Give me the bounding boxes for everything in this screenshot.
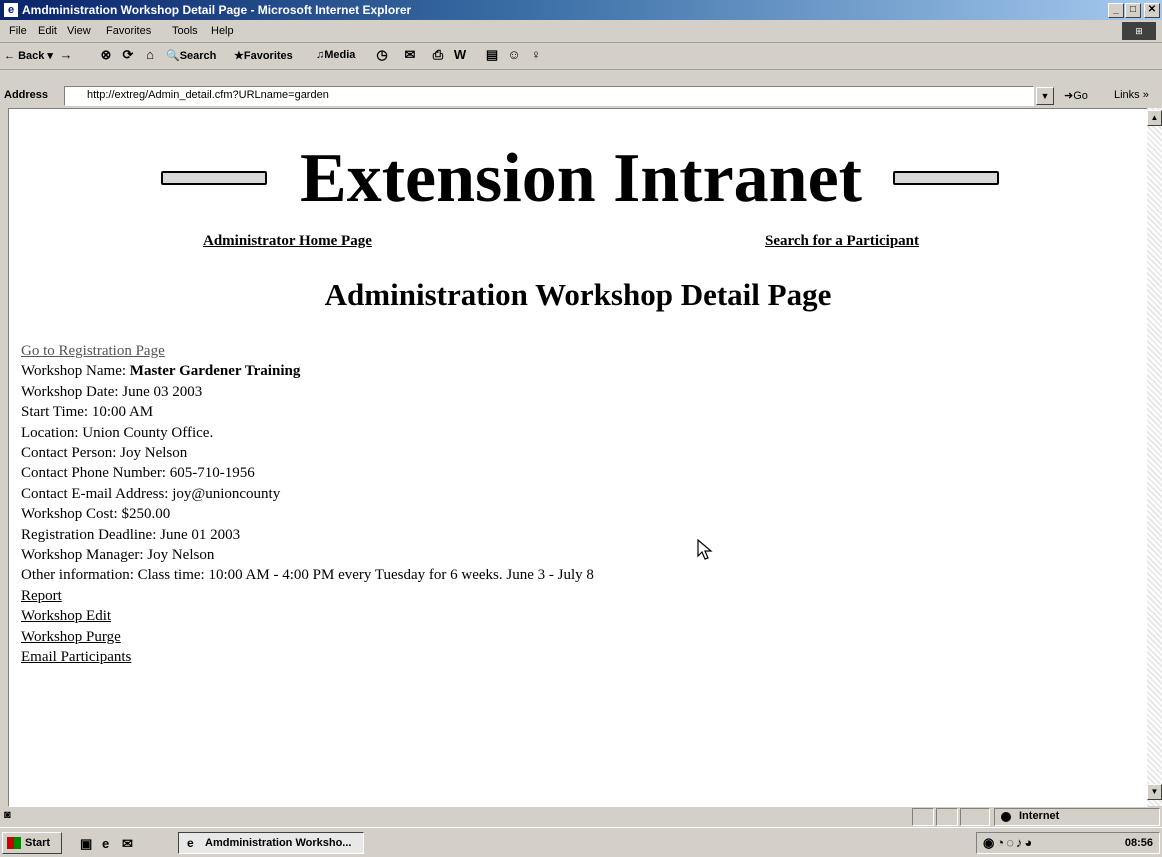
tray-icons[interactable]: ◉◔◌♪◕ <box>983 833 1034 853</box>
search-button[interactable]: 🔍Search <box>166 49 216 62</box>
media-label: Media <box>324 49 356 61</box>
minimize-button[interactable]: _ <box>1108 3 1124 18</box>
media-button[interactable]: ♫Media <box>316 49 355 61</box>
status-cell <box>912 808 934 826</box>
workshop-date: Workshop Date: June 03 2003 <box>21 383 203 400</box>
address-bar: Address http://extreg/Admin_detail.cfm?U… <box>0 84 1162 108</box>
registration-link[interactable]: Go to Registration Page <box>21 343 165 359</box>
taskbar-ie-window[interactable]: e Amdministration Worksho... <box>178 832 364 854</box>
discuss-icon[interactable]: ▤ <box>484 47 500 63</box>
ie-app-icon: e <box>4 3 18 17</box>
stop-icon[interactable]: ⊗ <box>98 47 114 63</box>
standard-toolbar: ← Back ▾ → ⊗ ⟳ ⌂ 🔍Search ★Favorites ♫Med… <box>0 43 1162 70</box>
go-label: Go <box>1073 90 1088 102</box>
workshop-name-row: Workshop Name: Master Gardener Training <box>21 361 594 381</box>
start-button[interactable]: Start <box>2 832 62 854</box>
workshop-edit-link[interactable]: Workshop Edit <box>21 608 111 624</box>
banner-left-bar <box>161 171 267 185</box>
menu-bar: File Edit View Favorites Tools Help ⊞ <box>0 20 1162 43</box>
menu-edit[interactable]: Edit <box>38 25 57 37</box>
report-link[interactable]: Report <box>21 588 62 604</box>
registration-deadline: Registration Deadline: June 01 2003 <box>21 526 241 543</box>
workshop-purge-link[interactable]: Workshop Purge <box>21 629 121 645</box>
windows-logo-icon: ⊞ <box>1122 22 1156 40</box>
clock: 08:56 <box>1124 837 1153 849</box>
menu-favorites[interactable]: Favorites <box>106 25 151 37</box>
back-label: Back <box>18 50 45 62</box>
admin-home-link[interactable]: Administrator Home Page <box>203 233 372 250</box>
messenger-icon[interactable]: ☺ <box>506 47 522 63</box>
workshop-cost: Workshop Cost: $250.00 <box>21 506 171 523</box>
back-button[interactable]: ← Back ▾ <box>4 49 53 62</box>
ie-quicklaunch-icon[interactable]: e <box>102 836 109 851</box>
print-icon[interactable]: ⎙ <box>430 47 446 63</box>
address-url: http://extreg/Admin_detail.cfm?URLname=g… <box>87 89 329 101</box>
address-input[interactable]: http://extreg/Admin_detail.cfm?URLname=g… <box>64 86 1034 106</box>
favorites-label: Favorites <box>243 50 293 62</box>
contact-phone: Contact Phone Number: 605-710-1956 <box>21 465 255 482</box>
favorites-button[interactable]: ★Favorites <box>234 49 293 62</box>
maximize-button[interactable]: □ <box>1125 3 1141 18</box>
scroll-down-icon[interactable]: ▼ <box>1147 784 1162 800</box>
start-time: Start Time: 10:00 AM <box>21 404 154 421</box>
banner: Extension Intranet <box>161 140 1001 217</box>
mail-icon[interactable]: ✉ <box>402 47 418 63</box>
address-label: Address <box>4 89 49 101</box>
menu-help[interactable]: Help <box>211 25 234 37</box>
status-cell <box>936 808 958 826</box>
ie-task-icon: e <box>187 836 194 850</box>
go-button[interactable]: ➜Go <box>1064 89 1088 102</box>
workshop-name-label: Workshop Name: <box>21 363 130 380</box>
status-cell <box>960 808 990 826</box>
contact-email: Contact E-mail Address: joy@unioncounty <box>21 485 281 502</box>
history-icon[interactable]: ◷ <box>374 47 390 63</box>
internet-zone-icon <box>1001 812 1011 822</box>
page-content: Extension Intranet Administrator Home Pa… <box>8 108 1148 807</box>
banner-right-bar <box>893 171 999 185</box>
page-title: Administration Workshop Detail Page <box>324 277 832 312</box>
vertical-scrollbar[interactable]: ▲ ▼ <box>1147 108 1162 806</box>
zone-label: Internet <box>1019 810 1060 822</box>
status-bar: ◙ Internet <box>0 806 1162 826</box>
edit-icon[interactable]: W <box>452 47 468 63</box>
outlook-quicklaunch-icon[interactable]: ✉ <box>122 836 133 852</box>
search-participant-link[interactable]: Search for a Participant <box>765 233 919 250</box>
menu-file[interactable]: File <box>9 25 27 37</box>
contacts-icon[interactable]: ♀ <box>528 47 544 63</box>
close-button[interactable]: ✕ <box>1144 3 1160 18</box>
window-title: Amdministration Workshop Detail Page - M… <box>22 3 412 17</box>
other-information: Other information: Class time: 10:00 AM … <box>21 567 594 584</box>
security-zone: Internet <box>994 808 1160 826</box>
menu-view[interactable]: View <box>67 25 91 37</box>
forward-icon[interactable]: → <box>58 47 74 63</box>
contact-person: Contact Person: Joy Nelson <box>21 445 188 462</box>
refresh-icon[interactable]: ⟳ <box>120 47 136 63</box>
links-button[interactable]: Links » <box>1114 89 1149 101</box>
scroll-up-icon[interactable]: ▲ <box>1147 110 1162 126</box>
window-title-bar[interactable]: e Amdministration Workshop Detail Page -… <box>0 0 1162 20</box>
address-dropdown-icon[interactable]: ▼ <box>1036 87 1054 105</box>
windows-flag-icon <box>7 837 21 849</box>
email-participants-link[interactable]: Email Participants <box>21 649 131 665</box>
task-label: Amdministration Worksho... <box>205 837 352 849</box>
banner-title: Extension Intranet <box>300 140 862 217</box>
workshop-manager: Workshop Manager: Joy Nelson <box>21 547 215 564</box>
menu-tools[interactable]: Tools <box>172 25 198 37</box>
home-icon[interactable]: ⌂ <box>142 47 158 63</box>
show-desktop-icon[interactable]: ▣ <box>80 836 92 852</box>
location: Location: Union County Office. <box>21 424 214 441</box>
mouse-pointer-icon <box>697 539 713 560</box>
search-label: Search <box>179 50 217 62</box>
page-status-icon: ◙ <box>4 809 11 821</box>
taskbar: Start ▣ e ✉ e Amdministration Worksho...… <box>0 827 1162 857</box>
system-tray: ◉◔◌♪◕ 08:56 <box>976 832 1160 854</box>
workshop-details: Go to Registration Page Workshop Name: M… <box>21 341 594 668</box>
start-label: Start <box>25 837 51 849</box>
workshop-name-value: Master Gardener Training <box>129 363 301 380</box>
links-label: Links <box>1114 89 1140 101</box>
